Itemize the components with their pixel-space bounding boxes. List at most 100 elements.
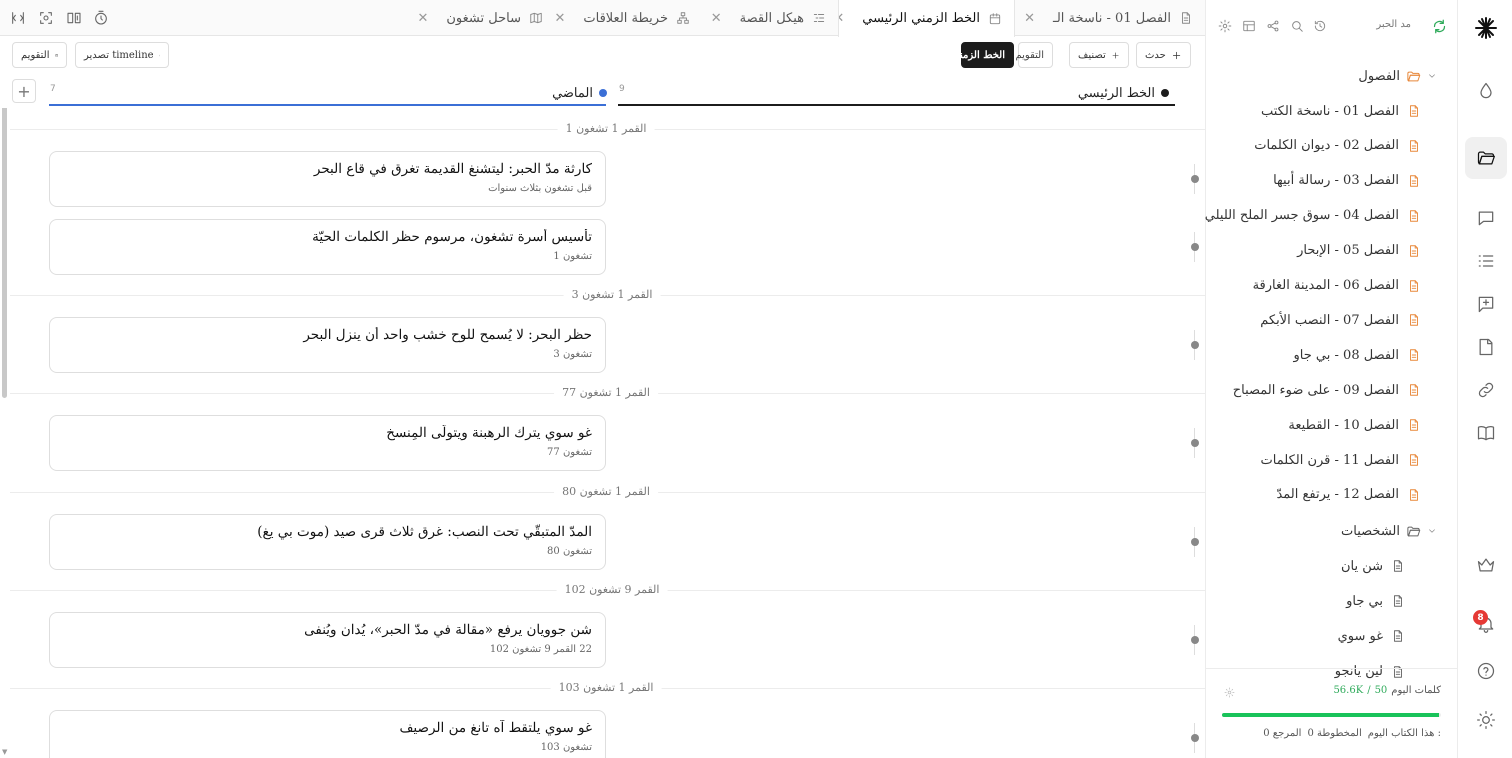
event-date: 22 القمر 9 تشغون 102 [489, 644, 592, 655]
share-icon[interactable] [1266, 19, 1282, 35]
chapter-label: الفصل 09 - على ضوء المصباح [1232, 382, 1399, 398]
chapter-item[interactable]: الفصل 09 - على ضوء المصباح [1233, 379, 1421, 401]
tab-label: الخط الزمني الرئيسي [862, 11, 980, 26]
calendar-view-label: التقويم [1015, 49, 1044, 61]
chapter-label: الفصل 10 - القطيعة [1288, 417, 1399, 433]
event-card[interactable]: كارثة مدّ الحبر: ليتشنغ القديمة تغرق في … [49, 151, 606, 207]
characters-folder[interactable]: الشخصيات [1341, 520, 1437, 542]
close-icon[interactable]: ✕ [417, 11, 428, 26]
chapter-document-icon [1407, 488, 1421, 502]
chapter-item[interactable]: الفصل 10 - القطيعة [1288, 414, 1421, 436]
settings-icon[interactable] [1218, 19, 1234, 35]
layout-icon[interactable] [1242, 19, 1258, 35]
event-card[interactable]: شن جوويان يرفع «مقالة في مدّ الحبر»، يُد… [49, 612, 606, 668]
character-document-icon [1391, 559, 1405, 573]
chapter-document-icon [1407, 383, 1421, 397]
character-item[interactable]: شن يان [1341, 555, 1405, 577]
crown-icon[interactable] [1465, 547, 1507, 583]
chapter-label: الفصل 08 - بي جاو [1293, 347, 1399, 363]
past-track-count: 7 [50, 84, 56, 94]
vertical-scrollbar[interactable] [2, 108, 7, 398]
chapter-item[interactable]: الفصل 08 - بي جاو [1294, 344, 1421, 366]
calendar-button-label: التقويم [21, 49, 50, 61]
chevron-down-icon[interactable] [1427, 526, 1437, 536]
sync-icon[interactable] [1432, 19, 1447, 34]
stats-settings-icon[interactable] [1224, 687, 1235, 698]
main-track-event-dot[interactable] [1191, 734, 1199, 742]
export-button[interactable]: تصدير timeline [75, 42, 169, 68]
focus-icon[interactable] [38, 10, 54, 26]
character-item[interactable]: بي جاو [1346, 590, 1405, 612]
timeline-canvas[interactable]: ▼ القمر 1 تشغون 1 القمر 1 تشغون 3 القمر 1 … [0, 108, 1205, 758]
chapter-item[interactable]: الفصل 12 - يرتفع المدّ [1276, 484, 1421, 506]
chapter-item[interactable]: الفصل 03 - رسالة أبيها [1273, 170, 1421, 192]
past-track-name: الماضي [552, 85, 593, 101]
folder-open-icon [1407, 526, 1421, 536]
tab-5[interactable]: ساحل تشغون ✕ [405, 0, 555, 36]
event-card[interactable]: حظر البحر: لا يُسمح للوح خشب واحد أن ينز… [49, 317, 606, 373]
date-separator-label: القمر 1 تشغون 77 [554, 386, 658, 399]
tab-4[interactable]: خريطة العلاقات ✕ [555, 0, 702, 36]
scroll-down-arrow[interactable]: ▼ [2, 748, 7, 756]
chapter-item[interactable]: الفصل 04 - سوق جسر الملح الليلي [1205, 205, 1421, 227]
chevron-down-icon[interactable] [1427, 71, 1437, 81]
track-past[interactable]: الماضي [552, 80, 607, 106]
timer-icon[interactable] [93, 10, 109, 26]
goal-progress-bar [1222, 713, 1441, 717]
add-track-button[interactable]: + [12, 79, 36, 103]
event-card[interactable]: غو سوي يلتقط آه تانغ من الرصيف تشغون 103 [49, 710, 606, 758]
tab-2[interactable]: الخط الزمني الرئيسي ✕ [838, 0, 1015, 37]
files-icon[interactable] [1465, 137, 1507, 179]
close-icon[interactable]: ✕ [839, 11, 844, 26]
chapter-document-icon [1407, 244, 1421, 258]
main-track-count: 9 [619, 84, 625, 94]
tab-1[interactable]: الفصل 01 - ناسخة الـ ✕ [1015, 0, 1205, 36]
book-icon[interactable] [1465, 415, 1507, 451]
reading-icon[interactable] [66, 10, 82, 26]
list-icon[interactable] [1465, 243, 1507, 279]
calendar-button[interactable]: التقويم [12, 42, 67, 68]
chapter-document-icon [1407, 139, 1421, 153]
close-icon[interactable]: ✕ [555, 11, 565, 26]
bell-icon[interactable]: 8 [1465, 606, 1507, 642]
chapter-item[interactable]: الفصل 06 - المدينة الغارقة [1253, 275, 1421, 297]
close-icon[interactable]: ✕ [1024, 11, 1035, 26]
main-track-event-dot[interactable] [1191, 636, 1199, 644]
link-icon[interactable] [1465, 372, 1507, 408]
calendar-view-toggle[interactable]: التقويم [1015, 42, 1053, 68]
chapters-folder[interactable]: الفصول [1358, 65, 1437, 87]
close-icon[interactable]: ✕ [711, 11, 722, 26]
main-track-event-dot[interactable] [1191, 439, 1199, 447]
main-track-event-dot[interactable] [1191, 243, 1199, 251]
ink-drop-icon[interactable] [1465, 73, 1507, 109]
history-icon[interactable] [1313, 19, 1329, 35]
split-view-icon[interactable] [10, 10, 26, 26]
chapter-item[interactable]: الفصل 11 - قرن الكلمات [1261, 449, 1421, 471]
chapter-item[interactable]: الفصل 02 - ديوان الكلمات [1254, 135, 1421, 157]
main-track-event-dot[interactable] [1191, 341, 1199, 349]
main-track-event-dot[interactable] [1191, 538, 1199, 546]
words-goal: 56.6K [1333, 685, 1364, 696]
note-icon[interactable] [1465, 329, 1507, 365]
track-main[interactable]: الخط الرئيسي [1078, 80, 1169, 106]
tab-3[interactable]: هيكل القصة ✕ [702, 0, 838, 36]
event-card[interactable]: المدّ المتبقّي تحت النصب: غرق ثلاث قرى ص… [49, 514, 606, 570]
help-icon[interactable] [1465, 653, 1507, 689]
character-item[interactable]: غو سوي [1338, 625, 1405, 647]
timeline-view-toggle[interactable]: الخط الزمني [952, 42, 1014, 68]
add-category-button[interactable]: تصنيف [1069, 42, 1129, 68]
project-sidebar: مد الحبر الفصول الفصل 01 - ناسخة الكتب ال… [1205, 0, 1457, 758]
chapter-item[interactable]: الفصل 07 - النصب الأبكم [1260, 309, 1421, 331]
event-card[interactable]: تأسيس أسرة تشغون، مرسوم حظر الكلمات الحي… [49, 219, 606, 275]
chat-icon[interactable] [1465, 200, 1507, 236]
search-icon[interactable] [1290, 19, 1306, 35]
chapter-item[interactable]: الفصل 01 - ناسخة الكتب [1261, 100, 1421, 122]
event-card[interactable]: غو سوي يترك الرهبنة ويتولّى المِنسخ تشغون… [49, 415, 606, 471]
main-track-event-dot[interactable] [1191, 175, 1199, 183]
chapter-item[interactable]: الفصل 05 - الإبحار [1297, 240, 1421, 262]
add-note-icon[interactable] [1465, 286, 1507, 322]
chapter-document-icon [1407, 313, 1421, 327]
theme-sun-icon[interactable] [1465, 702, 1507, 738]
add-event-button[interactable]: حدث [1136, 42, 1191, 68]
chapters-folder-label: الفصول [1358, 68, 1400, 84]
